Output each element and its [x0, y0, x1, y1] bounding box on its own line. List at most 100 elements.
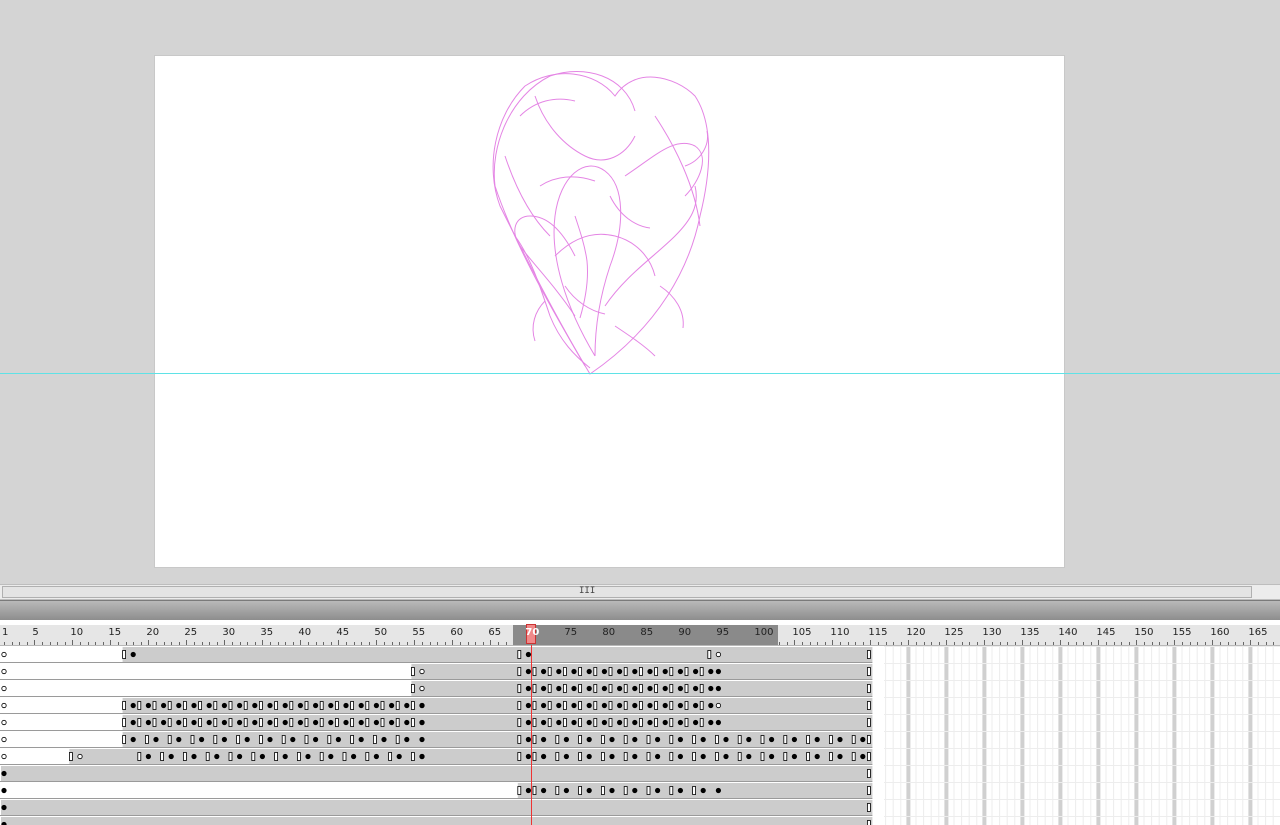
keyframe[interactable] [715, 685, 722, 692]
frame-end-marker[interactable] [532, 684, 537, 693]
keyframe[interactable] [609, 753, 615, 760]
frame-end-marker[interactable] [867, 786, 871, 795]
frame-end-marker[interactable] [737, 735, 742, 744]
frame-end-marker[interactable] [334, 718, 339, 727]
keyframe[interactable] [1, 787, 7, 794]
keyframe[interactable] [290, 736, 296, 743]
frame-end-marker[interactable] [646, 735, 651, 744]
frame-end-marker[interactable] [137, 701, 142, 710]
frame-end-marker[interactable] [547, 684, 552, 693]
empty-keyframe[interactable] [1, 685, 7, 692]
frame-end-marker[interactable] [410, 667, 415, 676]
frame-end-marker[interactable] [578, 701, 582, 710]
keyframe[interactable] [419, 753, 425, 760]
frame-end-marker[interactable] [623, 667, 628, 676]
keyframe[interactable] [145, 719, 151, 726]
frame-end-marker[interactable] [350, 701, 355, 710]
keyframe[interactable] [791, 736, 798, 743]
keyframe[interactable] [571, 719, 577, 726]
frame-end-marker[interactable] [532, 667, 537, 676]
frame-end-marker[interactable] [205, 752, 210, 761]
frame-end-marker[interactable] [198, 718, 203, 727]
keyframe[interactable] [343, 702, 349, 709]
frame-end-marker[interactable] [258, 701, 263, 710]
keyframe[interactable] [662, 719, 668, 726]
keyframe[interactable] [632, 719, 638, 726]
frame-end-marker[interactable] [555, 752, 560, 761]
keyframe[interactable] [677, 719, 684, 726]
frame-end-marker[interactable] [601, 786, 605, 795]
empty-keyframe[interactable] [1, 753, 7, 760]
keyframe[interactable] [237, 753, 243, 760]
frame-end-marker[interactable] [555, 735, 560, 744]
frame-end-marker[interactable] [669, 735, 674, 744]
frame-end-marker[interactable] [867, 650, 871, 659]
frame-end-marker[interactable] [699, 667, 704, 676]
keyframe[interactable] [677, 753, 684, 760]
frame-end-marker[interactable] [304, 718, 309, 727]
frame-end-marker[interactable] [829, 752, 833, 761]
keyframe[interactable] [130, 702, 136, 709]
frame-end-marker[interactable] [289, 718, 294, 727]
frame-end-marker[interactable] [707, 650, 712, 659]
keyframe[interactable] [130, 651, 136, 658]
frame-end-marker[interactable] [410, 752, 415, 761]
keyframe[interactable] [297, 719, 303, 726]
keyframe[interactable] [176, 702, 182, 709]
keyframe[interactable] [632, 736, 638, 743]
keyframe[interactable] [328, 753, 334, 760]
frame-end-marker[interactable] [228, 752, 233, 761]
frame-end-marker[interactable] [669, 684, 674, 693]
keyframe[interactable] [677, 702, 684, 709]
frame-end-marker[interactable] [410, 718, 415, 727]
frame-end-marker[interactable] [601, 735, 605, 744]
keyframe[interactable] [191, 719, 197, 726]
frame-end-marker[interactable] [578, 667, 582, 676]
keyframe[interactable] [191, 702, 197, 709]
frame-end-marker[interactable] [608, 701, 613, 710]
frame-end-marker[interactable] [699, 718, 704, 727]
keyframe[interactable] [715, 668, 722, 675]
frame-end-marker[interactable] [410, 684, 415, 693]
keyframe[interactable] [525, 753, 532, 760]
frame-end-marker[interactable] [867, 718, 871, 727]
frame-end-marker[interactable] [578, 684, 582, 693]
keyframe[interactable] [556, 668, 562, 675]
frame-end-marker[interactable] [867, 684, 871, 693]
frame-end-marker[interactable] [623, 684, 628, 693]
keyframe[interactable] [601, 668, 608, 675]
frame-end-marker[interactable] [281, 735, 286, 744]
frame-end-marker[interactable] [684, 667, 689, 676]
keyframe[interactable] [609, 736, 615, 743]
keyframe[interactable] [328, 702, 334, 709]
frame-end-marker[interactable] [517, 752, 522, 761]
frame-end-marker[interactable] [692, 752, 696, 761]
frame-end-marker[interactable] [563, 718, 567, 727]
frame-end-marker[interactable] [593, 667, 598, 676]
keyframe[interactable] [161, 702, 167, 709]
frame-end-marker[interactable] [152, 701, 157, 710]
frame-end-marker[interactable] [547, 667, 552, 676]
frame-end-marker[interactable] [243, 701, 248, 710]
keyframe[interactable] [540, 685, 547, 692]
keyframe[interactable] [381, 736, 387, 743]
frame-end-marker[interactable] [623, 701, 628, 710]
frame-end-marker[interactable] [190, 735, 195, 744]
horizontal-guide-line[interactable] [0, 373, 1280, 374]
keyframe[interactable] [700, 787, 706, 794]
keyframe[interactable] [586, 719, 592, 726]
frame-end-marker[interactable] [304, 735, 309, 744]
frame-end-marker[interactable] [532, 752, 537, 761]
frame-end-marker[interactable] [517, 735, 522, 744]
frame-end-marker[interactable] [342, 752, 347, 761]
keyframe[interactable] [601, 685, 608, 692]
horizontal-scrollbar[interactable]: III [0, 584, 1280, 600]
keyframe[interactable] [609, 787, 615, 794]
keyframe[interactable] [677, 685, 684, 692]
frame-end-marker[interactable] [867, 701, 871, 710]
frame-end-marker[interactable] [274, 701, 279, 710]
keyframe[interactable] [176, 719, 182, 726]
frame-end-marker[interactable] [517, 701, 522, 710]
layer-row-layer-3[interactable] [0, 680, 873, 697]
keyframe[interactable] [540, 668, 547, 675]
